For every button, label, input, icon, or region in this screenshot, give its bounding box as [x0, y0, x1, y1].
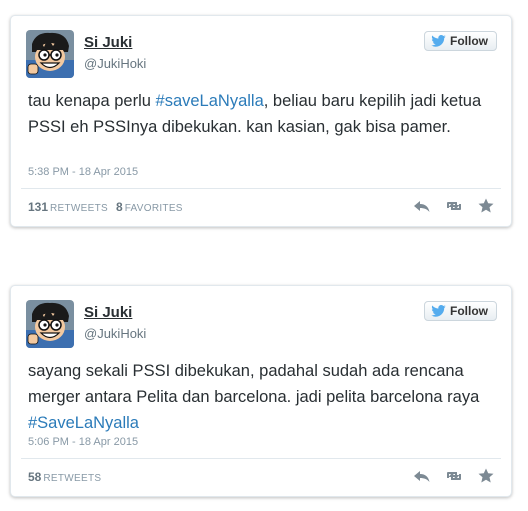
follow-button[interactable]: Follow [424, 31, 497, 51]
favorite-icon[interactable] [477, 197, 495, 215]
timestamp[interactable]: 5:38 PM - 18 Apr 2015 [28, 166, 138, 178]
tweet-card: Si Juki @JukiHoki Follow tau kenapa perl… [10, 15, 512, 227]
retweet-count: 131 [28, 200, 49, 214]
retweet-icon[interactable] [445, 467, 463, 485]
tweet-stats: 131 RETWEETS 8 FAVORITES [28, 200, 183, 214]
favorite-count: 8 [116, 200, 123, 214]
retweet-stat[interactable]: 131 RETWEETS [28, 200, 108, 214]
reply-icon[interactable] [413, 467, 431, 485]
tweet-text: tau kenapa perlu #saveLaNyalla, beliau b… [28, 88, 500, 140]
author-handle[interactable]: @JukiHoki [84, 56, 146, 71]
retweet-stat[interactable]: 58 RETWEETS [28, 470, 101, 484]
avatar[interactable] [26, 30, 74, 78]
retweet-stat-label: RETWEETS [43, 473, 102, 484]
tweet-text-part: sayang sekali PSSI dibekukan, padahal su… [28, 362, 480, 406]
author-name[interactable]: Si Juki [84, 304, 132, 321]
retweet-stat-label: RETWEETS [50, 203, 108, 214]
tweet-card: Si Juki @JukiHoki Follow sayang sekali P… [10, 285, 512, 497]
twitter-bird-icon [431, 35, 446, 47]
tweet-stats: 58 RETWEETS [28, 470, 101, 484]
twitter-bird-icon [431, 305, 446, 317]
divider [21, 458, 501, 459]
author-name[interactable]: Si Juki [84, 34, 132, 51]
tweet-actions [413, 467, 495, 485]
favorite-stat[interactable]: 8 FAVORITES [116, 200, 183, 214]
tweet-text: sayang sekali PSSI dibekukan, padahal su… [28, 358, 500, 436]
divider [21, 188, 501, 189]
follow-button[interactable]: Follow [424, 301, 497, 321]
follow-label: Follow [450, 304, 488, 318]
retweet-icon[interactable] [445, 197, 463, 215]
favorite-icon[interactable] [477, 467, 495, 485]
tweet-text-part: tau kenapa perlu [28, 92, 156, 110]
avatar[interactable] [26, 300, 74, 348]
author-handle[interactable]: @JukiHoki [84, 326, 146, 341]
hashtag-link[interactable]: #saveLaNyalla [156, 92, 264, 110]
retweet-count: 58 [28, 470, 42, 484]
follow-label: Follow [450, 34, 488, 48]
tweet-actions [413, 197, 495, 215]
favorite-stat-label: FAVORITES [124, 203, 183, 214]
timestamp[interactable]: 5:06 PM - 18 Apr 2015 [28, 436, 138, 448]
reply-icon[interactable] [413, 197, 431, 215]
hashtag-link[interactable]: #SaveLaNyalla [28, 414, 139, 432]
